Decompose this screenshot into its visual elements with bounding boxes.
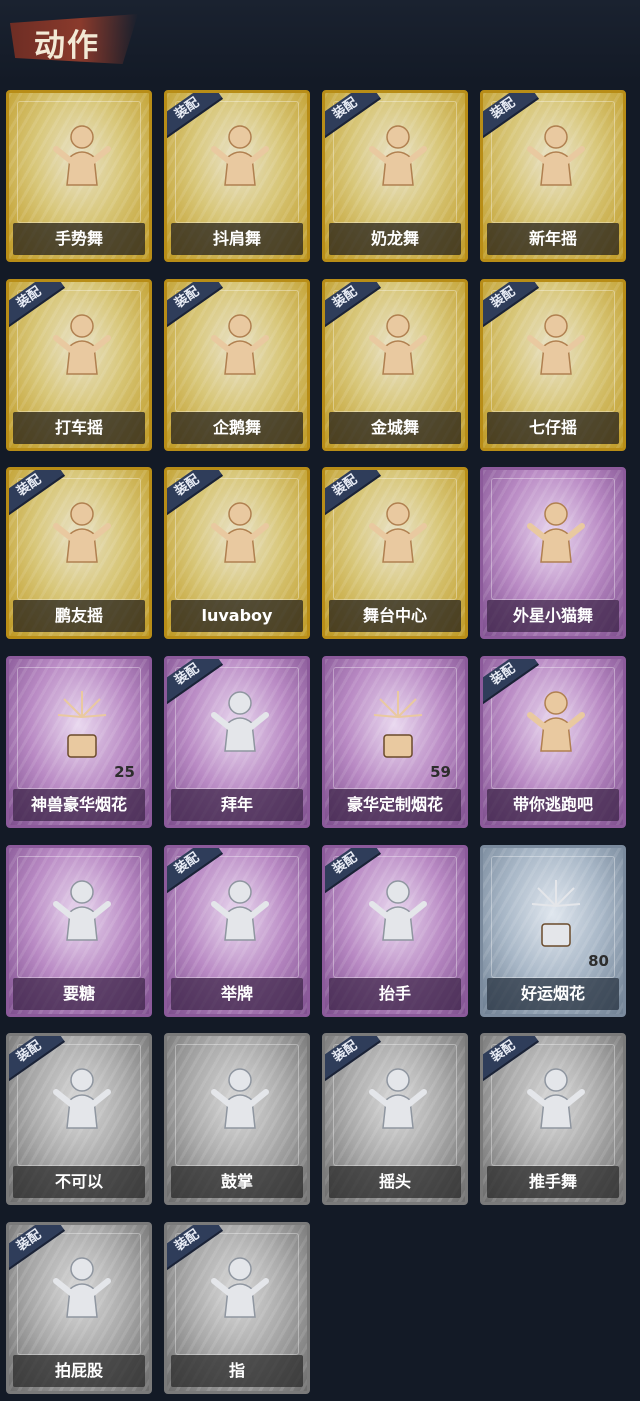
emote-label: 新年摇 bbox=[487, 223, 619, 255]
emote-card[interactable]: 装配 鹏友摇 bbox=[6, 467, 152, 639]
figure-sign-icon bbox=[200, 874, 280, 954]
dancer-star-icon bbox=[516, 308, 596, 388]
figure-push-hand-icon bbox=[516, 1062, 596, 1142]
dancer-penguin-icon bbox=[200, 308, 280, 388]
page-title: 动作 bbox=[34, 28, 100, 64]
emote-card[interactable]: 装配 企鹅舞 bbox=[164, 279, 310, 451]
emote-label: 举牌 bbox=[171, 978, 303, 1010]
emote-label: 拍屁股 bbox=[13, 1355, 145, 1387]
emote-label: 带你逃跑吧 bbox=[487, 789, 619, 821]
dancer-run-icon bbox=[516, 685, 596, 765]
item-count: 80 bbox=[588, 952, 609, 970]
emote-label: 舞台中心 bbox=[329, 600, 461, 632]
clapping-hands-icon bbox=[200, 1062, 280, 1142]
emote-card[interactable]: 装配 拜年 bbox=[164, 656, 310, 828]
emote-label: 指 bbox=[171, 1355, 303, 1387]
dancer-cross-icon bbox=[200, 496, 280, 576]
header: 动作 bbox=[0, 0, 640, 82]
emote-label: 打车摇 bbox=[13, 412, 145, 444]
emote-label: 鹏友摇 bbox=[13, 600, 145, 632]
dancer-gesture-icon bbox=[42, 119, 122, 199]
dancer-swing-icon bbox=[42, 496, 122, 576]
emote-card[interactable]: 外星小猫舞 bbox=[480, 467, 626, 639]
emote-card[interactable]: 25 神兽豪华烟花 bbox=[6, 656, 152, 828]
finger-no-icon bbox=[42, 1062, 122, 1142]
figure-pat-icon bbox=[42, 1251, 122, 1331]
emote-card[interactable]: 装配 拍屁股 bbox=[6, 1222, 152, 1394]
figure-shake-head-icon bbox=[358, 1062, 438, 1142]
emote-label: 摇头 bbox=[329, 1166, 461, 1198]
emote-card[interactable]: 装配 推手舞 bbox=[480, 1033, 626, 1205]
emote-label: 推手舞 bbox=[487, 1166, 619, 1198]
emote-card[interactable]: 装配 举牌 bbox=[164, 845, 310, 1017]
emote-card[interactable]: 装配 带你逃跑吧 bbox=[480, 656, 626, 828]
emote-label: luvaboy bbox=[171, 600, 303, 632]
emote-card[interactable]: 80 好运烟花 bbox=[480, 845, 626, 1017]
emote-label: 七仔摇 bbox=[487, 412, 619, 444]
emote-card[interactable]: 装配 luvaboy bbox=[164, 467, 310, 639]
emote-label: 拜年 bbox=[171, 789, 303, 821]
emote-label: 企鹅舞 bbox=[171, 412, 303, 444]
firework-can-icon bbox=[516, 874, 596, 954]
dancer-alien-cat-icon bbox=[516, 496, 596, 576]
emote-card[interactable]: 装配 奶龙舞 bbox=[322, 90, 468, 262]
emote-card[interactable]: 装配 抖肩舞 bbox=[164, 90, 310, 262]
fireworks-box-icon bbox=[42, 685, 122, 765]
dancer-wave-icon bbox=[358, 308, 438, 388]
figure-greeting-icon bbox=[200, 685, 280, 765]
emote-label: 金城舞 bbox=[329, 412, 461, 444]
dancer-clap-icon bbox=[516, 119, 596, 199]
emote-label: 手势舞 bbox=[13, 223, 145, 255]
emote-card[interactable]: 装配 打车摇 bbox=[6, 279, 152, 451]
emote-label: 好运烟花 bbox=[487, 978, 619, 1010]
emote-card[interactable]: 要糖 bbox=[6, 845, 152, 1017]
fireworks-crate-icon bbox=[358, 685, 438, 765]
emote-card[interactable]: 装配 金城舞 bbox=[322, 279, 468, 451]
figure-raise-hand-icon bbox=[358, 874, 438, 954]
emote-label: 奶龙舞 bbox=[329, 223, 461, 255]
emote-card[interactable]: 鼓掌 bbox=[164, 1033, 310, 1205]
emote-label: 豪华定制烟花 bbox=[329, 789, 461, 821]
emote-label: 抖肩舞 bbox=[171, 223, 303, 255]
emote-card[interactable]: 装配指 bbox=[164, 1222, 310, 1394]
emote-label: 抬手 bbox=[329, 978, 461, 1010]
emote-card[interactable]: 装配 抬手 bbox=[322, 845, 468, 1017]
dancer-shoulder-icon bbox=[200, 119, 280, 199]
emote-label: 神兽豪华烟花 bbox=[13, 789, 145, 821]
emote-card[interactable]: 装配 摇头 bbox=[322, 1033, 468, 1205]
figure-candy-icon bbox=[42, 874, 122, 954]
emote-card[interactable]: 装配 新年摇 bbox=[480, 90, 626, 262]
dancer-music-icon bbox=[42, 308, 122, 388]
emote-label: 鼓掌 bbox=[171, 1166, 303, 1198]
emote-card[interactable]: 装配 七仔摇 bbox=[480, 279, 626, 451]
item-count: 59 bbox=[430, 763, 451, 781]
dancer-center-icon bbox=[358, 496, 438, 576]
emote-card[interactable]: 装配 舞台中心 bbox=[322, 467, 468, 639]
emote-label: 要糖 bbox=[13, 978, 145, 1010]
emote-card[interactable]: 59 豪华定制烟花 bbox=[322, 656, 468, 828]
emote-card[interactable]: 装配 不可以 bbox=[6, 1033, 152, 1205]
dancer-face-icon bbox=[358, 119, 438, 199]
pointing-hand-icon bbox=[200, 1251, 280, 1331]
item-count: 25 bbox=[114, 763, 135, 781]
emote-label: 外星小猫舞 bbox=[487, 600, 619, 632]
emote-label: 不可以 bbox=[13, 1166, 145, 1198]
emote-card[interactable]: 手势舞 bbox=[6, 90, 152, 262]
